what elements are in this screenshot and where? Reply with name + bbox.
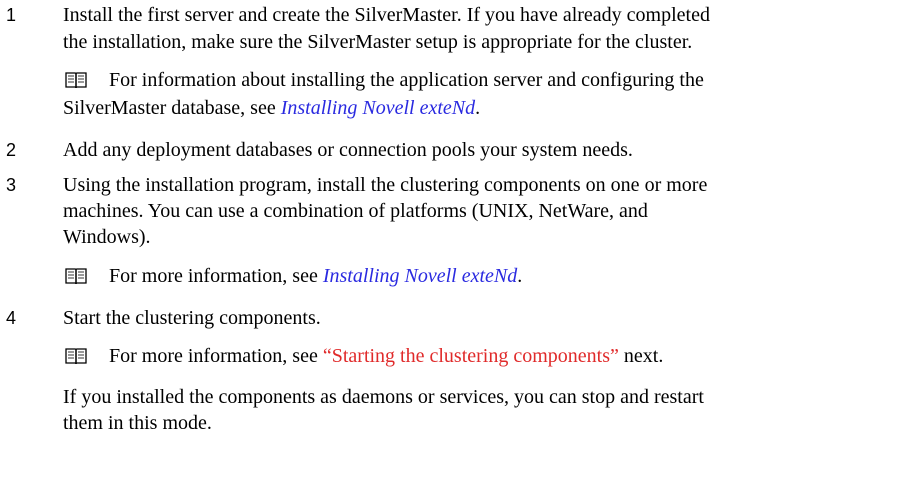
step-1-note-line-1: For information about installing the app… (109, 69, 704, 91)
note-text: For more information, see (109, 345, 323, 367)
step-3-line-1: Using the installation program, install … (63, 174, 708, 196)
step-1-line-2: the installation, make sure the SilverMa… (63, 31, 693, 53)
step-4-after-line-1: If you installed the components as daemo… (63, 386, 704, 408)
note-suffix: next. (618, 345, 664, 367)
step-number-1: 1 (6, 5, 17, 25)
document-page: 1 Install the first server and create th… (0, 0, 918, 487)
step-3-line-3: Windows). (63, 226, 151, 248)
starting-clustering-components-link[interactable]: “Starting the clustering components” (323, 345, 619, 367)
step-4-after-line-2: them in this mode. (63, 412, 212, 434)
note-text: For more information, see (109, 265, 323, 287)
book-icon (65, 348, 87, 365)
book-icon (65, 268, 87, 285)
step-3-line-2: machines. You can use a combination of p… (63, 200, 648, 222)
installing-novell-extend-link[interactable]: Installing Novell exteNd (281, 97, 475, 119)
installing-novell-extend-link[interactable]: Installing Novell exteNd (323, 265, 517, 287)
step-1-line-1: Install the first server and create the … (63, 4, 710, 26)
note-suffix: . (475, 97, 481, 119)
step-number-4: 4 (6, 308, 17, 328)
note-text: SilverMaster database, see (63, 97, 281, 119)
step-number-3: 3 (6, 175, 17, 195)
step-2-line-1: Add any deployment databases or connecti… (63, 139, 633, 161)
step-4-note: For more information, see “Starting the … (109, 344, 663, 368)
book-icon (65, 72, 87, 89)
step-3-note: For more information, see Installing Nov… (109, 264, 522, 288)
step-4-line-1: Start the clustering components. (63, 307, 321, 329)
step-number-2: 2 (6, 140, 17, 160)
note-suffix: . (517, 265, 523, 287)
step-1-note-line-2: SilverMaster database, see Installing No… (63, 96, 480, 120)
